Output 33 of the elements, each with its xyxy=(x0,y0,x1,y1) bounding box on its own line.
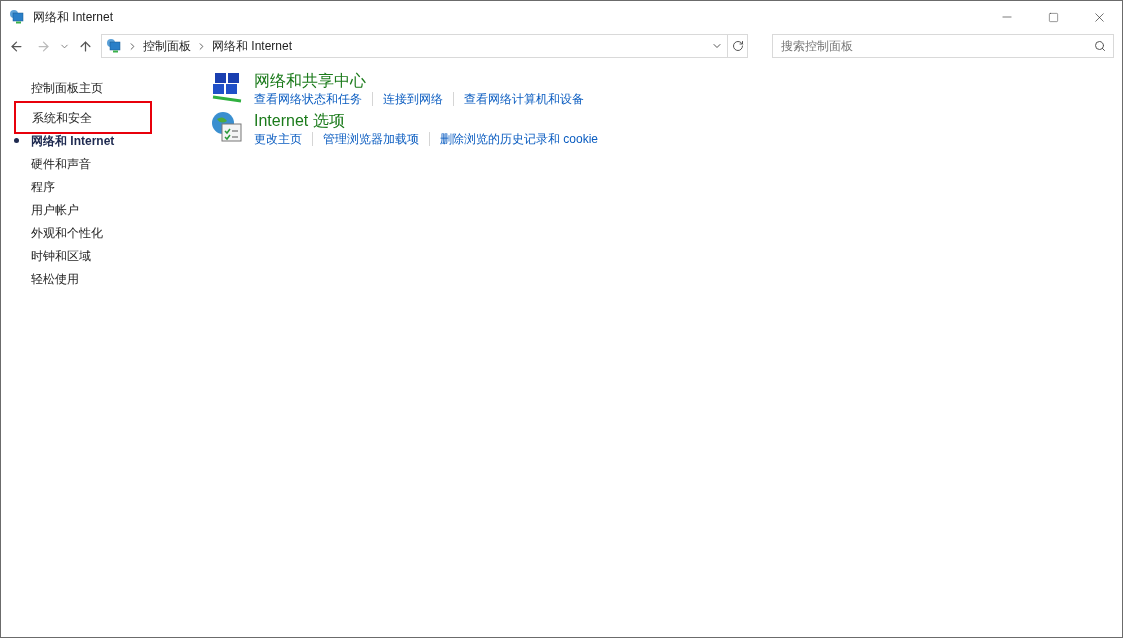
network-monitor-icon xyxy=(106,38,122,54)
maximize-icon xyxy=(1047,11,1059,23)
refresh-icon xyxy=(731,40,744,52)
back-button[interactable] xyxy=(9,38,24,54)
task-link[interactable]: 查看网络状态和任务 xyxy=(254,91,362,107)
sidebar-item[interactable]: 时钟和区域 xyxy=(31,246,91,265)
sidebar-item[interactable]: 外观和个性化 xyxy=(31,223,103,242)
task-link[interactable]: 更改主页 xyxy=(254,131,302,147)
sidebar-item[interactable]: 轻松使用 xyxy=(31,269,79,288)
globe-checklist-icon xyxy=(211,111,243,143)
task-link[interactable]: 删除浏览的历史记录和 cookie xyxy=(440,131,599,147)
breadcrumb-item[interactable]: 网络和 Internet xyxy=(212,37,293,55)
sidebar-item[interactable]: 系统和安全 xyxy=(14,101,152,134)
network-monitor-icon xyxy=(9,9,25,25)
category-title-link[interactable]: Internet 选项 xyxy=(254,111,599,131)
category-title-link[interactable]: 网络和共享中心 xyxy=(254,71,584,91)
up-button[interactable] xyxy=(78,38,93,54)
forward-arrow-icon xyxy=(36,38,51,54)
window-title: 网络和 Internet xyxy=(33,9,114,26)
task-link[interactable]: 连接到网络 xyxy=(383,91,443,107)
sidebar-home-link[interactable]: 控制面板主页 xyxy=(31,80,103,96)
sidebar-item[interactable]: 用户帐户 xyxy=(31,200,79,219)
network-computers-icon xyxy=(211,71,243,103)
search-field[interactable]: 搜索控制面板 xyxy=(772,34,1114,58)
breadcrumb-item[interactable]: 控制面板 xyxy=(143,37,191,55)
address-bar[interactable]: 控制面板 网络和 Internet xyxy=(101,34,748,58)
task-link[interactable]: 管理浏览器加载项 xyxy=(323,131,419,147)
search-icon xyxy=(1094,40,1106,52)
forward-button[interactable] xyxy=(36,38,51,54)
sidebar-item[interactable]: 程序 xyxy=(31,177,55,196)
task-link[interactable]: 查看网络计算机和设备 xyxy=(464,91,584,107)
sidebar-item[interactable]: 网络和 Internet xyxy=(31,131,115,150)
sidebar-item[interactable]: 硬件和声音 xyxy=(31,154,91,173)
